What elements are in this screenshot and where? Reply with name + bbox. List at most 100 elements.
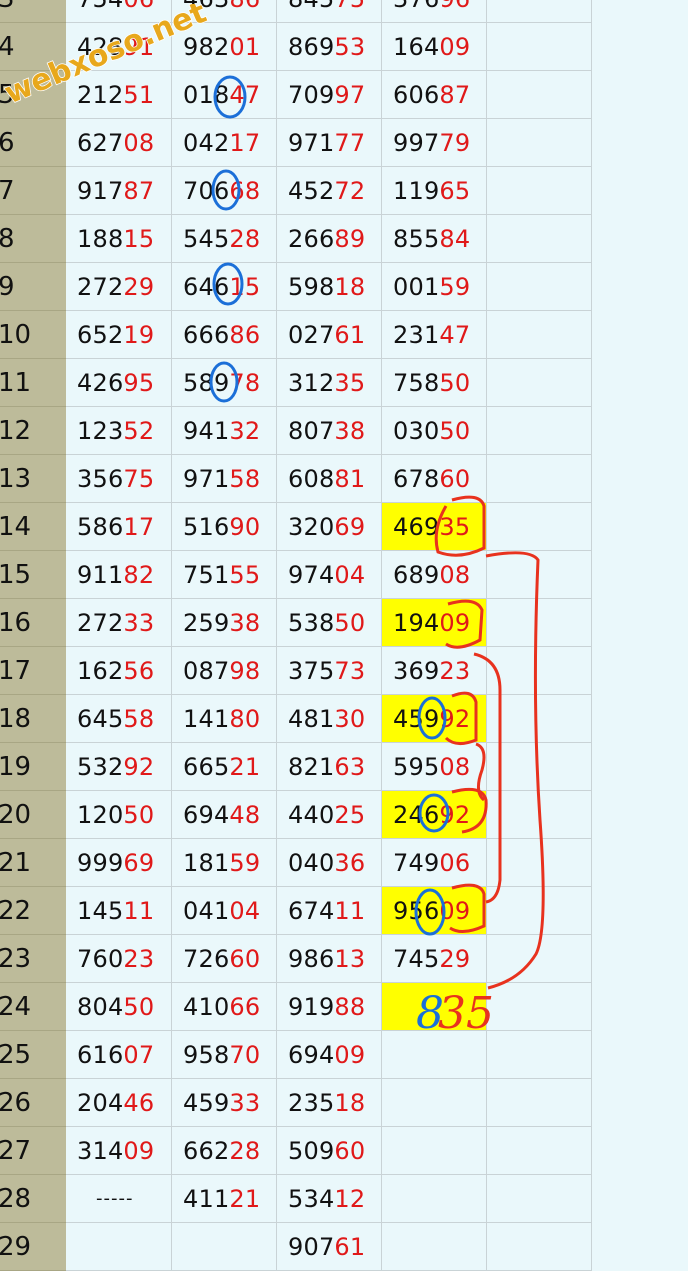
result-cell[interactable] xyxy=(487,455,592,503)
result-cell[interactable]: 99779 xyxy=(382,119,487,167)
result-cell[interactable]: 23518 xyxy=(277,1079,382,1127)
result-cell[interactable]: 85584 xyxy=(382,215,487,263)
result-cell[interactable]: 68908 xyxy=(382,551,487,599)
row-header[interactable]: 11 xyxy=(0,359,66,407)
result-cell[interactable]: 60881 xyxy=(277,455,382,503)
result-cell[interactable]: 65219 xyxy=(66,311,172,359)
result-cell[interactable]: 64615 xyxy=(172,263,277,311)
result-cell[interactable] xyxy=(487,791,592,839)
result-cell[interactable] xyxy=(487,839,592,887)
row-header[interactable]: 29 xyxy=(0,1223,66,1271)
result-cell[interactable]: 59508 xyxy=(382,743,487,791)
result-cell[interactable]: 24692 xyxy=(382,791,487,839)
result-cell[interactable]: 45992 xyxy=(382,695,487,743)
result-cell[interactable]: 08798 xyxy=(172,647,277,695)
result-cell[interactable]: 25938 xyxy=(172,599,277,647)
row-header[interactable]: 22 xyxy=(0,887,66,935)
result-cell[interactable]: 27233 xyxy=(66,599,172,647)
result-cell[interactable] xyxy=(382,1175,487,1223)
result-cell[interactable] xyxy=(487,503,592,551)
result-cell[interactable]: 75850 xyxy=(382,359,487,407)
result-cell[interactable] xyxy=(382,1127,487,1175)
row-header[interactable]: 12 xyxy=(0,407,66,455)
result-cell[interactable]: 26689 xyxy=(277,215,382,263)
result-cell[interactable]: 54528 xyxy=(172,215,277,263)
result-cell[interactable] xyxy=(487,23,592,71)
result-cell[interactable] xyxy=(487,0,592,23)
result-cell[interactable]: 70997 xyxy=(277,71,382,119)
result-cell[interactable] xyxy=(487,695,592,743)
result-cell[interactable]: 90761 xyxy=(277,1223,382,1271)
result-cell[interactable]: 37573 xyxy=(277,647,382,695)
result-cell[interactable]: 66228 xyxy=(172,1127,277,1175)
row-header[interactable]: 18 xyxy=(0,695,66,743)
result-cell[interactable] xyxy=(487,1031,592,1079)
row-header[interactable]: 16 xyxy=(0,599,66,647)
result-cell[interactable]: 18159 xyxy=(172,839,277,887)
result-cell[interactable]: 61607 xyxy=(66,1031,172,1079)
result-cell[interactable]: 16256 xyxy=(66,647,172,695)
row-header[interactable]: 10 xyxy=(0,311,66,359)
result-cell[interactable]: 19409 xyxy=(382,599,487,647)
result-cell[interactable]: 74906 xyxy=(382,839,487,887)
result-cell[interactable]: 32069 xyxy=(277,503,382,551)
result-cell[interactable]: ----- xyxy=(66,1175,172,1223)
result-cell[interactable]: 18815 xyxy=(66,215,172,263)
result-cell[interactable] xyxy=(487,935,592,983)
result-cell[interactable]: 75155 xyxy=(172,551,277,599)
result-cell[interactable]: 16409 xyxy=(382,23,487,71)
result-cell[interactable]: 11965 xyxy=(382,167,487,215)
result-cell[interactable] xyxy=(487,1223,592,1271)
result-cell[interactable]: 76023 xyxy=(66,935,172,983)
result-cell[interactable]: 44025 xyxy=(277,791,382,839)
result-cell[interactable]: 14511 xyxy=(66,887,172,935)
result-cell[interactable]: 03050 xyxy=(382,407,487,455)
result-cell[interactable] xyxy=(382,1031,487,1079)
result-cell[interactable]: 95870 xyxy=(172,1031,277,1079)
result-cell[interactable]: 70668 xyxy=(172,167,277,215)
row-header[interactable]: 15 xyxy=(0,551,66,599)
result-cell[interactable]: 31409 xyxy=(66,1127,172,1175)
row-header[interactable]: 21 xyxy=(0,839,66,887)
result-cell[interactable] xyxy=(487,1079,592,1127)
result-cell[interactable]: 53850 xyxy=(277,599,382,647)
row-header[interactable]: 8 xyxy=(0,215,66,263)
row-header[interactable]: 23 xyxy=(0,935,66,983)
result-cell[interactable]: 45933 xyxy=(172,1079,277,1127)
result-cell[interactable] xyxy=(487,71,592,119)
result-cell[interactable]: 80738 xyxy=(277,407,382,455)
result-cell[interactable]: 59818 xyxy=(277,263,382,311)
result-cell[interactable]: 46935 xyxy=(382,503,487,551)
row-header[interactable]: 27 xyxy=(0,1127,66,1175)
result-cell[interactable]: 12352 xyxy=(66,407,172,455)
result-cell[interactable]: 84575 xyxy=(277,0,382,23)
row-header[interactable]: 7 xyxy=(0,167,66,215)
result-cell[interactable]: 04217 xyxy=(172,119,277,167)
result-cell[interactable]: 41121 xyxy=(172,1175,277,1223)
result-cell[interactable]: 67860 xyxy=(382,455,487,503)
result-cell[interactable]: 91988 xyxy=(277,983,382,1031)
result-cell[interactable]: 51690 xyxy=(172,503,277,551)
result-cell[interactable]: 31235 xyxy=(277,359,382,407)
result-cell[interactable]: 27229 xyxy=(66,263,172,311)
result-cell[interactable]: 97404 xyxy=(277,551,382,599)
result-cell[interactable] xyxy=(487,263,592,311)
row-header[interactable]: 26 xyxy=(0,1079,66,1127)
result-cell[interactable]: 14180 xyxy=(172,695,277,743)
result-cell[interactable]: 48130 xyxy=(277,695,382,743)
result-cell[interactable] xyxy=(487,215,592,263)
result-cell[interactable] xyxy=(487,359,592,407)
result-cell[interactable]: 37696 xyxy=(382,0,487,23)
result-cell[interactable]: 67411 xyxy=(277,887,382,935)
result-cell[interactable]: 97177 xyxy=(277,119,382,167)
result-cell[interactable]: 86953 xyxy=(277,23,382,71)
result-cell[interactable]: 82163 xyxy=(277,743,382,791)
result-cell[interactable] xyxy=(487,1175,592,1223)
result-cell[interactable]: 04104 xyxy=(172,887,277,935)
row-header[interactable]: 17 xyxy=(0,647,66,695)
row-header[interactable]: 25 xyxy=(0,1031,66,1079)
row-header[interactable]: 24 xyxy=(0,983,66,1031)
result-cell[interactable] xyxy=(382,983,487,1031)
result-cell[interactable]: 36923 xyxy=(382,647,487,695)
result-cell[interactable]: 91182 xyxy=(66,551,172,599)
